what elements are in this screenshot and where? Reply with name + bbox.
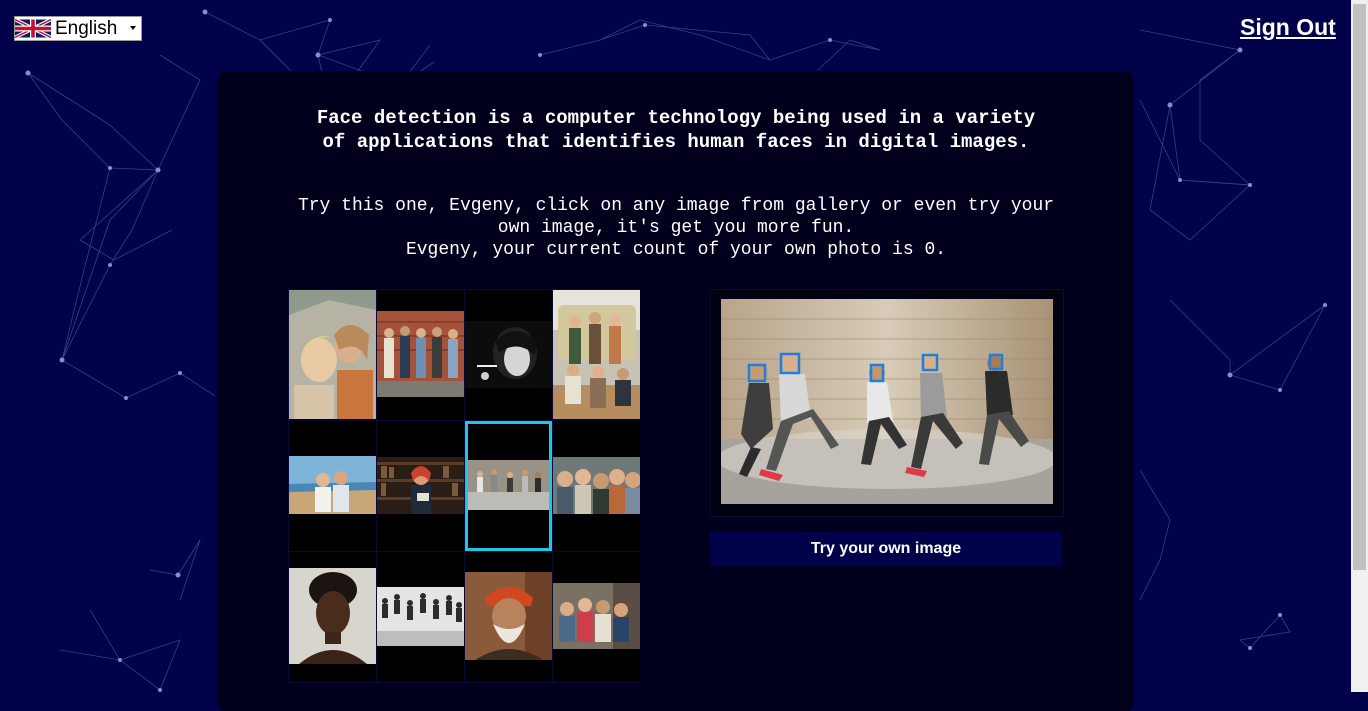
main-panel: Face detection is a computer technology …	[218, 71, 1134, 711]
thumbnail	[553, 290, 640, 419]
gallery-image-group-brick-wall[interactable]	[377, 290, 464, 420]
detection-preview	[710, 289, 1064, 517]
uk-flag-icon	[15, 17, 51, 40]
try-own-image-button[interactable]: Try your own image	[710, 532, 1062, 566]
gallery-image-dancers[interactable]	[465, 421, 552, 551]
photo-count-text: Evgeny, your current count of your own p…	[405, 240, 947, 260]
thumbnail	[465, 321, 552, 388]
thumbnail	[553, 457, 640, 514]
gallery-image-two-women[interactable]	[289, 290, 376, 420]
thumbnail	[468, 460, 549, 510]
page-heading: Face detection is a computer technology …	[316, 107, 1036, 153]
image-gallery	[288, 289, 640, 683]
scrollbar-thumb[interactable]	[1353, 4, 1366, 570]
thumbnail	[465, 572, 552, 660]
gallery-image-couple-beach[interactable]	[289, 421, 376, 551]
gallery-image-friends-street[interactable]	[553, 552, 640, 682]
chevron-down-icon	[130, 26, 136, 30]
thumbnail	[377, 457, 464, 514]
gallery-image-old-man-turban[interactable]	[465, 552, 552, 682]
language-label: English	[55, 17, 118, 39]
gallery-image-group-van[interactable]	[553, 290, 640, 420]
thumbnail	[553, 583, 640, 649]
gallery-image-woman-portrait[interactable]	[289, 552, 376, 682]
gallery-image-jumping-group-bw[interactable]	[377, 552, 464, 682]
thumbnail	[377, 587, 464, 646]
gallery-image-woman-bw[interactable]	[465, 290, 552, 420]
intro-instructions: Try this one, Evgeny, click on any image…	[297, 196, 1055, 238]
detected-faces-image	[721, 299, 1053, 504]
language-select[interactable]: English	[14, 16, 142, 41]
thumbnail	[289, 456, 376, 514]
thumbnail	[289, 290, 376, 419]
sign-out-link[interactable]: Sign Out	[1240, 14, 1336, 41]
thumbnail	[289, 568, 376, 664]
gallery-image-friends-selfie[interactable]	[553, 421, 640, 551]
intro-text: Try this one, Evgeny, click on any image…	[295, 195, 1057, 261]
page-scrollbar[interactable]	[1351, 0, 1368, 692]
gallery-image-woman-library[interactable]	[377, 421, 464, 551]
thumbnail	[377, 311, 464, 397]
